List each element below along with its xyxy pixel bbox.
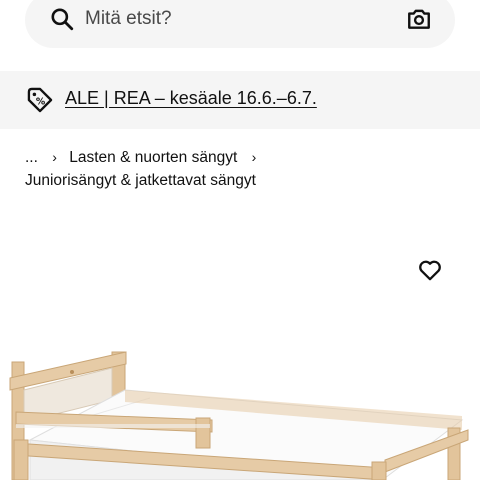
search-bar[interactable] — [25, 0, 455, 48]
chevron-right-icon: › — [251, 149, 257, 165]
price-tag-icon: % — [27, 87, 53, 113]
search-input[interactable] — [85, 3, 385, 35]
breadcrumb: ... › Lasten & nuorten sängyt › Junioris… — [25, 146, 465, 192]
camera-icon[interactable] — [406, 6, 432, 32]
promo-banner[interactable]: % ALE | REA – kesäale 16.6.–6.7. — [0, 71, 480, 129]
product-image[interactable] — [0, 240, 480, 480]
favourite-button[interactable] — [414, 254, 446, 286]
chevron-right-icon: › — [52, 149, 57, 165]
breadcrumb-ellipsis[interactable]: ... — [25, 149, 38, 166]
promo-link[interactable]: ALE | REA – kesäale 16.6.–6.7. — [65, 88, 317, 109]
heart-icon — [419, 260, 441, 281]
svg-text:%: % — [36, 97, 46, 108]
search-icon — [51, 8, 74, 31]
breadcrumb-item-kids-beds[interactable]: Lasten & nuorten sängyt — [69, 149, 237, 166]
breadcrumb-item-junior-beds[interactable]: Juniorisängyt & jatkettavat sängyt — [25, 172, 256, 189]
search-header — [0, 0, 480, 66]
